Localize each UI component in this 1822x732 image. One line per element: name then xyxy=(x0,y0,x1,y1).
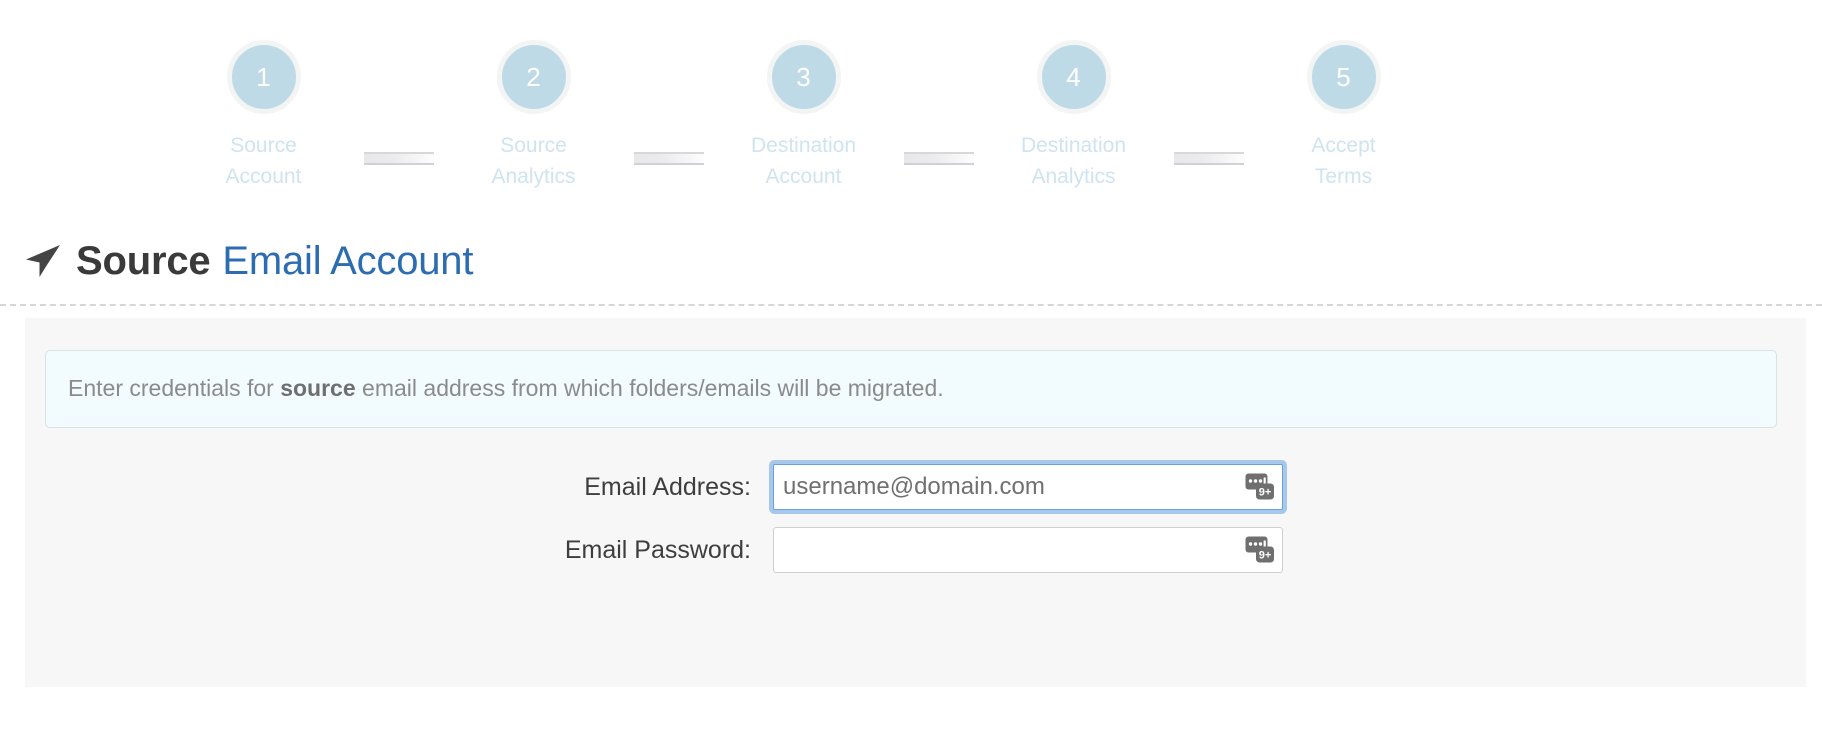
step-label-3: Destination Account xyxy=(736,130,871,192)
form-row-email-password: Email Password: 9+ xyxy=(45,526,1778,573)
wizard-step-1[interactable]: 1 Source Account xyxy=(196,40,331,192)
wizard-steps: 1 Source Account 2 Source Analytics 3 De… xyxy=(0,0,1822,192)
source-email-account-panel: Enter credentials for source email addre… xyxy=(25,318,1806,687)
connector-bar xyxy=(1173,152,1244,165)
info-alert-text-bold: source xyxy=(280,375,356,401)
step-number-bubble-3[interactable]: 3 xyxy=(766,40,841,114)
email-address-field-wrap: 9+ xyxy=(773,463,1283,510)
step-number-bubble-4[interactable]: 4 xyxy=(1036,40,1111,114)
info-alert: Enter credentials for source email addre… xyxy=(45,350,1777,428)
step-label-5-line1: Accept xyxy=(1311,134,1376,157)
step-label-1-line1: Source xyxy=(230,134,297,157)
step-label-2-line1: Source xyxy=(500,134,567,157)
step-label-3-line1: Destination xyxy=(750,134,857,157)
step-connector-1-2 xyxy=(331,152,466,165)
step-number-bubble-5[interactable]: 5 xyxy=(1306,40,1381,114)
email-address-input[interactable] xyxy=(773,463,1283,510)
step-number-bubble-2[interactable]: 2 xyxy=(496,40,571,114)
page-title-strong: Source xyxy=(76,239,211,283)
svg-text:9+: 9+ xyxy=(1259,549,1272,561)
page-title-text: Source Email Account xyxy=(76,241,473,281)
wizard-step-3[interactable]: 3 Destination Account xyxy=(736,40,871,192)
step-label-5: Accept Terms xyxy=(1276,130,1411,192)
step-label-4-line1: Destination xyxy=(1020,134,1127,157)
step-number-bubble-1[interactable]: 1 xyxy=(226,40,301,114)
wizard-step-4[interactable]: 4 Destination Analytics xyxy=(1006,40,1141,192)
wizard-step-2[interactable]: 2 Source Analytics xyxy=(466,40,601,192)
step-label-4-line2: Analytics xyxy=(1031,165,1116,188)
info-alert-text-before: Enter credentials for xyxy=(68,375,281,401)
step-label-1: Source Account xyxy=(196,130,331,192)
credentials-form: Email Address: 9+ Email Passwo xyxy=(45,463,1778,573)
email-password-field-wrap: 9+ xyxy=(773,526,1283,573)
connector-bar xyxy=(903,152,974,165)
email-password-label: Email Password: xyxy=(564,535,751,564)
step-connector-4-5 xyxy=(1141,152,1276,165)
page-title-light: Email Account xyxy=(222,239,474,283)
step-connector-3-4 xyxy=(871,152,1006,165)
step-label-1-line2: Account xyxy=(225,165,302,188)
connector-bar xyxy=(633,152,704,165)
email-address-label: Email Address: xyxy=(584,472,751,501)
connector-bar xyxy=(363,152,434,165)
step-connector-2-3 xyxy=(601,152,736,165)
svg-text:9+: 9+ xyxy=(1259,486,1272,498)
password-manager-icon[interactable]: 9+ xyxy=(1245,473,1275,501)
wizard-step-5[interactable]: 5 Accept Terms xyxy=(1276,40,1411,192)
step-label-2: Source Analytics xyxy=(466,130,601,192)
form-row-email-address: Email Address: 9+ xyxy=(45,463,1778,510)
heading-divider xyxy=(0,304,1822,306)
password-manager-icon[interactable]: 9+ xyxy=(1245,536,1275,564)
email-password-input[interactable] xyxy=(773,526,1283,573)
page-title: Source Email Account xyxy=(0,232,1822,290)
location-arrow-icon xyxy=(24,244,62,278)
info-alert-text-after: email address from which folders/emails … xyxy=(355,375,944,401)
step-label-2-line2: Analytics xyxy=(491,165,576,188)
step-label-3-line2: Account xyxy=(765,165,842,188)
step-label-5-line2: Terms xyxy=(1314,165,1373,188)
step-label-4: Destination Analytics xyxy=(1006,130,1141,192)
wizard-progress-bar: 1 Source Account 2 Source Analytics 3 De… xyxy=(0,0,1822,232)
